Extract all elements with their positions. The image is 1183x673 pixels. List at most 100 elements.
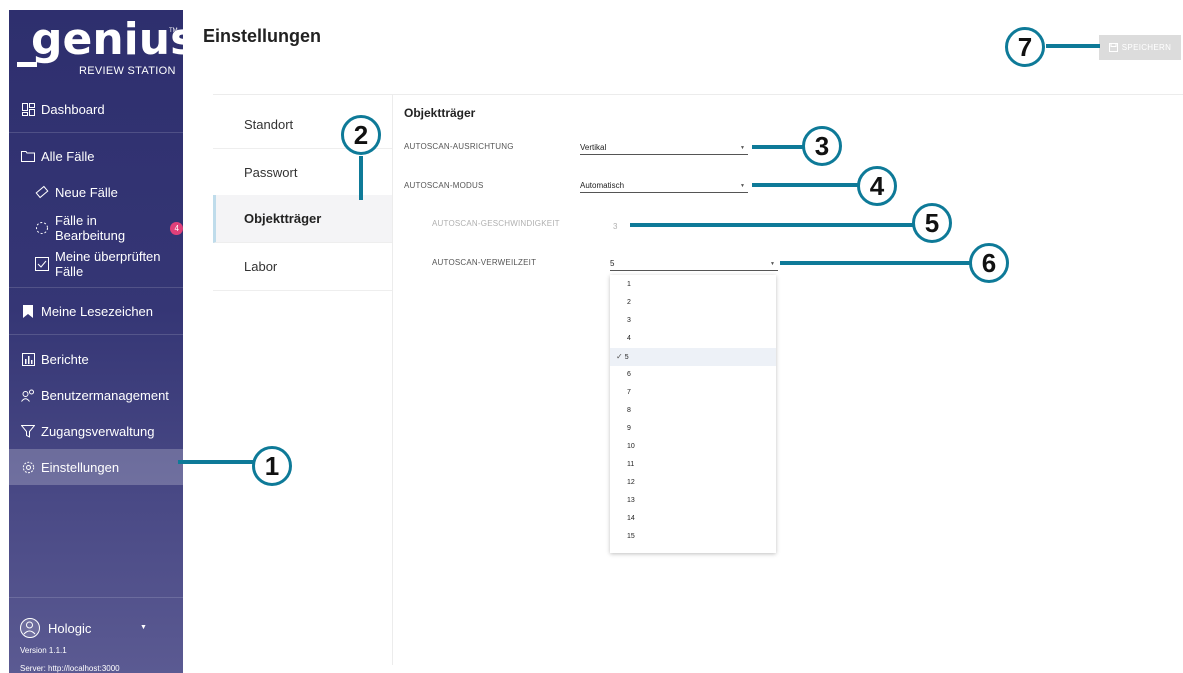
tab-labor[interactable]: Labor bbox=[213, 243, 392, 291]
progress-icon bbox=[35, 221, 49, 235]
logo: genius TM REVIEW STATION bbox=[9, 10, 183, 86]
sidebar-item-berichte[interactable]: Berichte bbox=[9, 341, 183, 377]
dropdown-option[interactable]: 1 bbox=[610, 276, 776, 294]
dropdown-option[interactable]: 9 bbox=[610, 420, 776, 438]
caret-down-icon: ▼ bbox=[740, 183, 745, 189]
sidebar-item-zugangsverwaltung[interactable]: Zugangsverwaltung bbox=[9, 413, 183, 449]
callout-line-7 bbox=[1046, 44, 1100, 48]
callout-4: 4 bbox=[857, 166, 897, 206]
callout-2: 2 bbox=[341, 115, 381, 155]
sidebar-item-label: Dashboard bbox=[41, 101, 105, 117]
tab-label: Standort bbox=[244, 117, 294, 132]
checkbox-icon bbox=[35, 257, 49, 271]
count-badge: 4 bbox=[170, 221, 183, 235]
verweilzeit-dropdown: 1 2 3 4 ✓ 5 6 7 8 9 10 11 12 13 14 15 bbox=[610, 275, 776, 553]
save-label: SPEICHERN bbox=[1121, 43, 1172, 52]
tab-label: Passwort bbox=[244, 165, 298, 180]
users-icon bbox=[21, 388, 35, 402]
sidebar-item-label: Fälle in Bearbeitung bbox=[55, 213, 126, 243]
save-button[interactable]: SPEICHERN bbox=[1099, 35, 1181, 60]
callout-6: 6 bbox=[969, 243, 1009, 283]
select-value: Automatisch bbox=[580, 181, 625, 190]
logo-wordmark: genius bbox=[31, 14, 183, 65]
dropdown-option[interactable]: 3 bbox=[610, 312, 776, 330]
callout-3: 3 bbox=[802, 126, 842, 166]
sidebar-item-benutzermanagement[interactable]: Benutzermanagement bbox=[9, 377, 183, 413]
dropdown-option[interactable]: 11 bbox=[610, 456, 776, 474]
sidebar-item-meine-ueberprueften-faelle[interactable]: Meine überprüften Fälle bbox=[9, 246, 183, 282]
caret-down-icon[interactable]: ▼ bbox=[140, 624, 147, 631]
check-icon: ✓ bbox=[616, 352, 623, 361]
dashboard-icon bbox=[21, 102, 35, 116]
sidebar-divider bbox=[9, 132, 183, 133]
sidebar: genius TM REVIEW STATION Dashboard Alle … bbox=[9, 10, 183, 673]
sidebar-item-neue-faelle[interactable]: Neue Fälle bbox=[9, 174, 183, 210]
autoscan-modus-select[interactable]: Automatisch ▼ bbox=[580, 178, 748, 193]
save-icon bbox=[1108, 43, 1118, 52]
user-menu[interactable]: Hologic bbox=[20, 618, 91, 638]
slide-icon bbox=[35, 185, 49, 199]
select-value: Vertikal bbox=[580, 143, 607, 152]
settings-tabs: Standort Passwort Objektträger Labor bbox=[213, 95, 392, 665]
sidebar-item-alle-faelle[interactable]: Alle Fälle bbox=[9, 138, 183, 174]
dropdown-option[interactable]: 10 bbox=[610, 438, 776, 456]
autoscan-verweilzeit-select[interactable]: 5 ▼ bbox=[610, 256, 778, 271]
sidebar-item-faelle-in-bearbeitung[interactable]: Fälle in Bearbeitung 4 bbox=[9, 210, 183, 246]
autoscan-geschwindigkeit-value: 3 bbox=[613, 222, 618, 231]
dropdown-option[interactable]: 2 bbox=[610, 294, 776, 312]
callout-line-1 bbox=[178, 460, 253, 464]
callout-line-4 bbox=[752, 183, 858, 187]
reports-icon bbox=[21, 352, 35, 366]
user-name: Hologic bbox=[48, 620, 92, 636]
tab-label: Labor bbox=[244, 259, 278, 274]
sidebar-item-label: Alle Fälle bbox=[41, 148, 95, 164]
folder-icon bbox=[21, 149, 35, 163]
sidebar-item-label: Einstellungen bbox=[41, 459, 120, 475]
dropdown-option[interactable]: 12 bbox=[610, 474, 776, 492]
sidebar-item-label: Zugangsverwaltung bbox=[41, 423, 155, 439]
field-label-autoscan-geschwindigkeit: AUTOSCAN-GESCHWINDIGKEIT bbox=[432, 219, 560, 228]
field-label-autoscan-verweilzeit: AUTOSCAN-VERWEILZEIT bbox=[432, 258, 537, 267]
tab-passwort[interactable]: Passwort bbox=[213, 149, 392, 197]
select-value: 5 bbox=[610, 259, 615, 268]
sidebar-item-einstellungen[interactable]: Einstellungen bbox=[9, 449, 183, 485]
access-icon bbox=[21, 424, 35, 438]
logo-trademark: TM bbox=[169, 28, 178, 34]
dropdown-option[interactable]: 6 bbox=[610, 366, 776, 384]
sidebar-item-dashboard[interactable]: Dashboard bbox=[9, 91, 183, 127]
sidebar-divider bbox=[9, 287, 183, 288]
dropdown-option[interactable]: 8 bbox=[610, 402, 776, 420]
caret-down-icon: ▼ bbox=[740, 145, 745, 151]
logo-subtitle: REVIEW STATION bbox=[79, 65, 176, 77]
dropdown-option[interactable]: 14 bbox=[610, 510, 776, 528]
callout-line-3 bbox=[752, 145, 804, 149]
autoscan-ausrichtung-select[interactable]: Vertikal ▼ bbox=[580, 140, 748, 155]
tab-objekttraeger[interactable]: Objektträger bbox=[213, 195, 392, 243]
callout-line-5 bbox=[630, 223, 914, 227]
bookmark-icon bbox=[21, 304, 35, 318]
sidebar-divider bbox=[9, 334, 183, 335]
sidebar-item-label: Neue Fälle bbox=[55, 184, 118, 200]
sidebar-item-label: Meine Lesezeichen bbox=[41, 303, 154, 319]
dropdown-option[interactable]: 7 bbox=[610, 384, 776, 402]
callout-line-6 bbox=[780, 261, 970, 265]
dropdown-option[interactable]: 15 bbox=[610, 528, 776, 546]
page-title: Einstellungen bbox=[203, 26, 322, 46]
avatar bbox=[20, 618, 40, 638]
dropdown-option[interactable]: 13 bbox=[610, 492, 776, 510]
sidebar-item-label: Benutzermanagement bbox=[41, 387, 169, 403]
callout-1: 1 bbox=[252, 446, 292, 486]
server-text: Server: http://localhost:3000 bbox=[20, 664, 120, 673]
field-label-autoscan-modus: AUTOSCAN-MODUS bbox=[404, 181, 484, 190]
dropdown-option-selected[interactable]: ✓ 5 bbox=[610, 348, 776, 366]
tabs-divider bbox=[392, 95, 393, 665]
section-title: Objektträger bbox=[404, 106, 476, 120]
sidebar-divider bbox=[9, 597, 183, 598]
sidebar-item-label: Berichte bbox=[41, 351, 89, 367]
tab-label: Objektträger bbox=[244, 211, 322, 226]
callout-5: 5 bbox=[912, 203, 952, 243]
dropdown-option[interactable]: 4 bbox=[610, 330, 776, 348]
gear-icon bbox=[21, 460, 35, 474]
sidebar-item-meine-lesezeichen[interactable]: Meine Lesezeichen bbox=[9, 293, 183, 329]
sidebar-item-label: Meine überprüften Fälle bbox=[55, 249, 161, 279]
